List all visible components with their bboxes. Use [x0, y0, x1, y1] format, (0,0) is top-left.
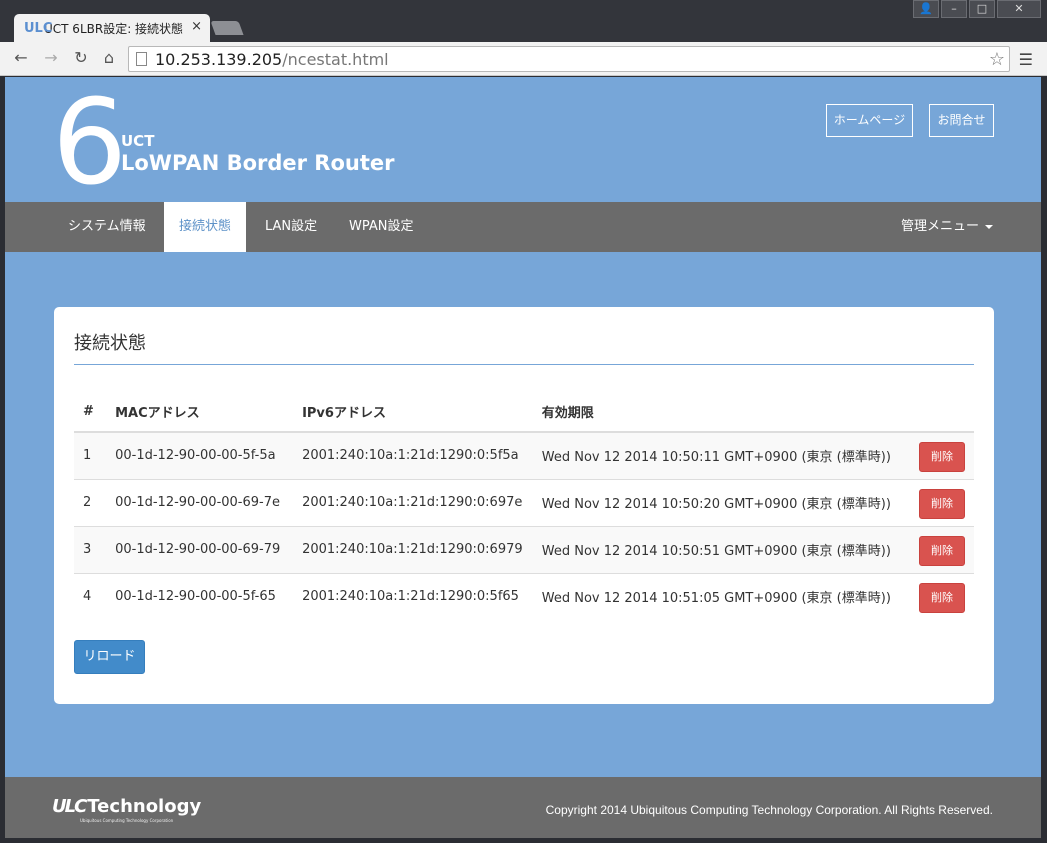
- new-tab-button[interactable]: [210, 21, 244, 35]
- cell-ipv6: 2001:240:10a:1:21d:1290:0:6979: [293, 525, 533, 573]
- column-header-number: #: [74, 392, 107, 433]
- cell-action: 削除: [910, 431, 974, 479]
- admin-menu-dropdown[interactable]: 管理メニュー: [886, 202, 1008, 252]
- nav-item-lan-settings[interactable]: LAN設定: [250, 202, 332, 252]
- chevron-down-icon: [985, 224, 993, 229]
- cell-action: 削除: [910, 478, 974, 526]
- window-controls: 👤 – □ ✕: [911, 0, 1041, 18]
- cell-mac: 00-1d-12-90-00-00-69-79: [106, 525, 294, 573]
- footer: ULC Technology Ubiquitous Computing Techn…: [5, 777, 1041, 838]
- cell-expires: Wed Nov 12 2014 10:50:51 GMT+0900 (東京 (標…: [532, 525, 910, 573]
- cell-mac: 00-1d-12-90-00-00-69-7e: [106, 478, 294, 526]
- home-icon[interactable]: ⌂: [98, 48, 120, 67]
- reload-icon[interactable]: ↻: [70, 48, 92, 67]
- column-header-mac: MACアドレス: [106, 392, 294, 433]
- logo-title: LoWPAN Border Router: [121, 151, 395, 175]
- close-window-button[interactable]: ✕: [997, 0, 1041, 18]
- neighbor-table: # MACアドレス IPv6アドレス 有効期限 1 00-1d-12-90-00…: [74, 392, 974, 620]
- connection-status-panel: 接続状態 # MACアドレス IPv6アドレス 有効期限 1 00-1d-12-…: [54, 307, 994, 704]
- logo-six: 6: [52, 77, 128, 211]
- nav-item-system-info[interactable]: システム情報: [53, 202, 161, 252]
- table-header-row: # MACアドレス IPv6アドレス 有効期限: [74, 392, 974, 433]
- cell-expires: Wed Nov 12 2014 10:51:05 GMT+0900 (東京 (標…: [532, 572, 910, 620]
- cell-ipv6: 2001:240:10a:1:21d:1290:0:5f65: [293, 572, 533, 620]
- delete-button[interactable]: 削除: [919, 489, 965, 519]
- maximize-button[interactable]: □: [969, 0, 995, 18]
- cell-number: 2: [74, 478, 107, 526]
- table-row: 2 00-1d-12-90-00-00-69-7e 2001:240:10a:1…: [74, 478, 974, 526]
- copyright-text: Copyright 2014 Ubiquitous Computing Tech…: [545, 803, 993, 817]
- delete-button[interactable]: 削除: [919, 442, 965, 473]
- cell-ipv6: 2001:240:10a:1:21d:1290:0:697e: [293, 478, 533, 526]
- logo-uct: UCT: [121, 132, 155, 150]
- divider: [74, 364, 974, 365]
- profile-icon[interactable]: 👤: [913, 0, 939, 18]
- homepage-button[interactable]: ホームページ: [826, 104, 913, 137]
- delete-button[interactable]: 削除: [919, 536, 965, 566]
- contact-button[interactable]: お問合せ: [929, 104, 994, 137]
- footer-logo-text: Technology: [87, 796, 202, 817]
- column-header-action: [910, 392, 974, 433]
- url-path: /ncestat.html: [282, 50, 389, 69]
- column-header-ipv6: IPv6アドレス: [293, 392, 533, 433]
- main-navbar: システム情報 接続状態 LAN設定 WPAN設定 管理メニュー: [5, 202, 1041, 252]
- nav-item-connection-status[interactable]: 接続状態: [164, 202, 247, 252]
- cell-expires: Wed Nov 12 2014 10:50:20 GMT+0900 (東京 (標…: [532, 478, 910, 526]
- nav-item-wpan-settings[interactable]: WPAN設定: [334, 202, 428, 252]
- favicon-icon: ULC: [24, 21, 53, 36]
- cell-action: 削除: [910, 525, 974, 573]
- panel-title: 接続状態: [74, 333, 146, 354]
- url-host: 10.253.139.205: [155, 50, 283, 69]
- chrome-menu-icon[interactable]: ☰: [1019, 50, 1033, 69]
- browser-toolbar: ← → ↻ ⌂ 10.253.139.205/ncestat.html ☆ ☰: [0, 42, 1047, 76]
- back-icon[interactable]: ←: [10, 48, 32, 67]
- delete-button[interactable]: 削除: [919, 583, 965, 614]
- browser-titlebar: ULC UCT 6LBR設定: 接続状態 × 👤 – □ ✕: [0, 0, 1047, 42]
- footer-logo: ULC Technology Ubiquitous Computing Techn…: [52, 796, 202, 823]
- table-row: 1 00-1d-12-90-00-00-5f-5a 2001:240:10a:1…: [74, 431, 974, 479]
- cell-number: 1: [74, 431, 107, 479]
- cell-ipv6: 2001:240:10a:1:21d:1290:0:5f5a: [293, 431, 533, 479]
- cell-mac: 00-1d-12-90-00-00-5f-65: [106, 572, 294, 620]
- page-icon: [136, 52, 147, 66]
- tab-title: UCT 6LBR設定: 接続状態: [44, 22, 184, 36]
- address-bar[interactable]: 10.253.139.205/ncestat.html ☆: [128, 46, 1010, 72]
- browser-tab[interactable]: ULC UCT 6LBR設定: 接続状態 ×: [14, 14, 210, 42]
- cell-mac: 00-1d-12-90-00-00-5f-5a: [106, 431, 294, 479]
- footer-logo-mark: ULC: [52, 796, 87, 817]
- reload-button[interactable]: リロード: [74, 640, 145, 674]
- forward-icon[interactable]: →: [40, 48, 62, 67]
- cell-number: 3: [74, 525, 107, 573]
- table-row: 4 00-1d-12-90-00-00-5f-65 2001:240:10a:1…: [74, 572, 974, 620]
- column-header-expires: 有効期限: [532, 392, 910, 433]
- table-row: 3 00-1d-12-90-00-00-69-79 2001:240:10a:1…: [74, 525, 974, 573]
- bookmark-star-icon[interactable]: ☆: [989, 49, 1005, 70]
- tab-close-icon[interactable]: ×: [191, 19, 202, 34]
- cell-action: 削除: [910, 572, 974, 620]
- cell-number: 4: [74, 572, 107, 620]
- cell-expires: Wed Nov 12 2014 10:50:11 GMT+0900 (東京 (標…: [532, 431, 910, 479]
- minimize-button[interactable]: –: [941, 0, 967, 18]
- footer-logo-tagline: Ubiquitous Computing Technology Corporat…: [80, 818, 174, 823]
- admin-menu-label: 管理メニュー: [900, 219, 979, 234]
- page: 6 UCT LoWPAN Border Router ホームページ お問合せ シ…: [5, 77, 1041, 838]
